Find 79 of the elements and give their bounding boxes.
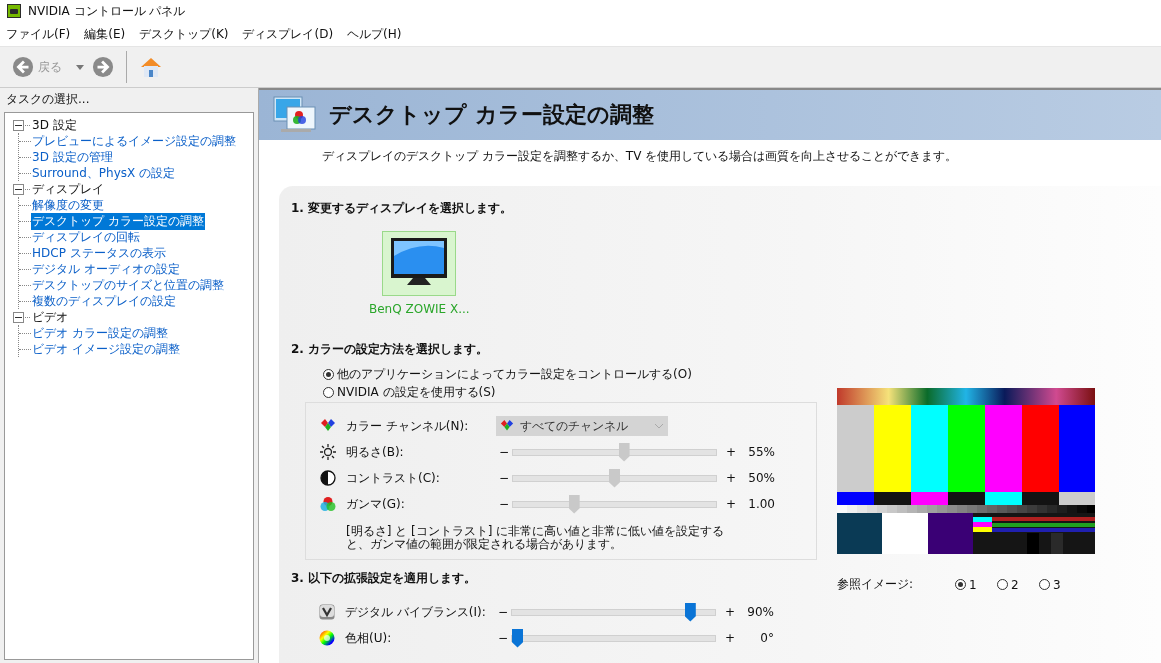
radio-option[interactable]: 3 [1039,576,1081,593]
dropdown-caret-icon[interactable] [76,64,84,70]
plus-sign: + [724,497,738,511]
color-channel-icon [500,419,514,433]
sidebar-title: タスクの選択... [5,91,91,108]
tree-category[interactable]: ビデオ [32,308,68,326]
app-icon [6,3,22,19]
radio-button[interactable] [1039,579,1050,590]
menu-item[interactable]: デスクトップ(K) [139,25,229,43]
display-name: BenQ ZOWIE X... [369,302,470,316]
section-heading: 3. 以下の拡張設定を適用します。 [291,570,478,587]
plus-sign: + [724,471,738,485]
setting-label: コントラスト(C): [346,469,441,487]
slider-value: 55% [747,445,775,459]
rgb-circles-icon [320,496,336,512]
contrast-icon [320,470,336,486]
setting-label: 明るさ(B): [346,443,405,461]
slider-value: 50% [747,471,775,485]
tree-item[interactable]: デジタル オーディオの設定 [31,260,181,278]
page-description: ディスプレイのデスクトップ カラー設定を調整するか、TV を使用している場合は画質を向上させることができます。 [321,148,959,165]
plus-sign: + [724,445,738,459]
window-title: NVIDIA コントロール パネル [28,2,186,20]
setting-label: カラー チャンネル(N): [346,417,470,435]
home-icon[interactable] [139,55,163,79]
vibrance-icon [319,604,335,620]
tree-item[interactable]: デスクトップ カラー設定の調整 [31,212,205,230]
radio-option[interactable]: 2 [997,576,1039,593]
setting-label: デジタル バイブランス(I): [345,603,487,621]
minus-sign: − [497,497,511,511]
display-tile[interactable] [382,231,457,296]
slider-value: 1.00 [747,497,775,511]
monitor-icon [389,236,450,288]
slider-thumb[interactable] [512,628,523,648]
plus-sign: + [723,631,737,645]
tree-item[interactable]: Surround、PhysX の設定 [31,164,176,182]
radio-option[interactable]: 他のアプリケーションによってカラー設定をコントロールする(O) [323,366,819,382]
tree-item[interactable]: 3D 設定の管理 [31,148,114,166]
minus-sign: − [496,605,510,619]
gamma-note: [明るさ] と [コントラスト] に非常に高い値と非常に低い値を設定すると、ガンマ値の範囲が限定される場合があります。 [345,523,726,551]
menu-item[interactable]: ディスプレイ(D) [242,25,334,43]
radio-button[interactable] [997,579,1008,590]
setting-label: 色相(U): [345,629,393,647]
collapse-toggle-icon[interactable] [13,183,24,195]
slider-thumb[interactable] [684,602,696,622]
radio-button[interactable] [955,579,966,590]
tree-category[interactable]: 3D 設定 [32,116,77,134]
tree-category[interactable]: ディスプレイ [32,180,104,198]
section-heading: 2. カラーの設定方法を選択します。 [291,341,490,358]
tree-item[interactable]: プレビューによるイメージ設定の調整 [31,132,237,150]
minus-sign: − [497,445,511,459]
menu-item[interactable]: ヘルプ(H) [347,25,402,43]
menu-item[interactable]: 編集(E) [84,25,126,43]
collapse-toggle-icon[interactable] [13,311,24,323]
radio-button[interactable] [323,368,334,380]
radio-option[interactable]: 1 [955,576,997,593]
minus-sign: − [496,631,510,645]
setting-label: ガンマ(G): [346,495,406,513]
slider-value: 90% [746,605,774,619]
tree-item[interactable]: 解像度の変更 [31,196,105,214]
color-wheel-icon [319,630,335,646]
display-color-icon [273,95,317,135]
radio-option[interactable]: NVIDIA の設定を使用する(S) [323,384,819,400]
page-title: デスクトップ カラー設定の調整 [329,101,654,129]
tree-item[interactable]: ビデオ カラー設定の調整 [31,324,169,342]
menu-item[interactable]: ファイル(F) [6,25,71,43]
tree-item[interactable]: デスクトップのサイズと位置の調整 [31,276,225,294]
tree-item[interactable]: HDCP ステータスの表示 [31,244,167,262]
collapse-toggle-icon[interactable] [13,119,24,131]
minus-sign: − [497,471,511,485]
chevron-down-icon [654,423,664,429]
plus-sign: + [723,605,737,619]
tree-item[interactable]: ビデオ イメージ設定の調整 [31,340,181,358]
reference-image-label: 参照イメージ: [837,576,915,593]
tree-item[interactable]: ディスプレイの回転 [31,228,141,246]
slider-value: 0° [759,631,774,645]
section-heading: 1. 変更するディスプレイを選択します。 [291,200,514,217]
radio-button[interactable] [323,386,334,398]
sun-icon [320,444,336,460]
tree-item[interactable]: 複数のディスプレイの設定 [31,292,177,310]
